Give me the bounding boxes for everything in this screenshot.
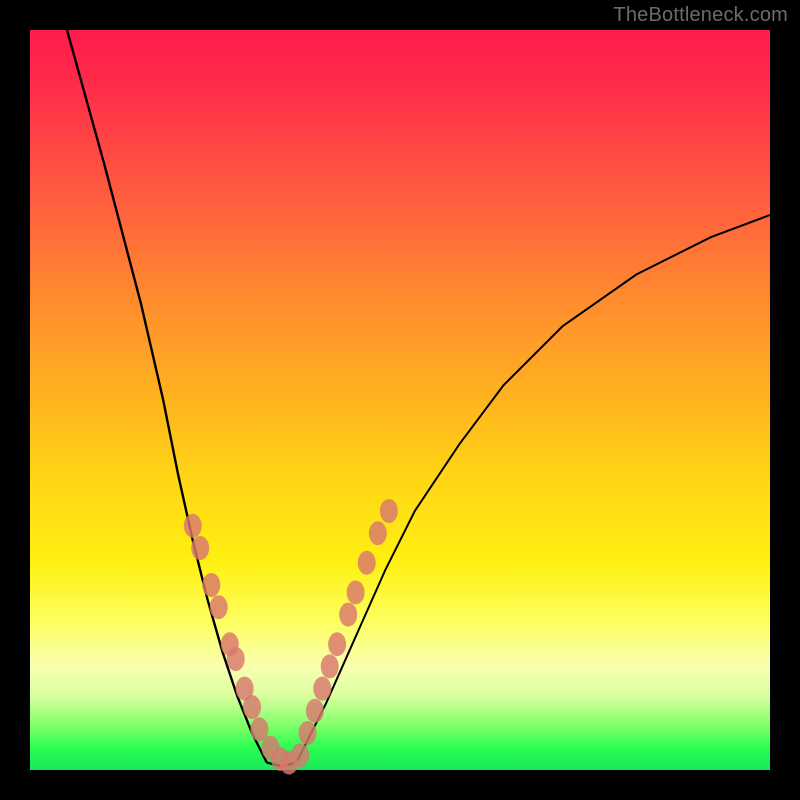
data-dot: [369, 521, 387, 545]
data-dot: [243, 695, 261, 719]
data-dot: [210, 595, 228, 619]
data-dot: [328, 632, 346, 656]
data-dot: [227, 647, 245, 671]
curve-main: [67, 30, 770, 766]
data-dot: [339, 603, 357, 627]
data-dot: [184, 514, 202, 538]
data-dot: [380, 499, 398, 523]
data-dot: [321, 654, 339, 678]
curve-right: [296, 215, 770, 763]
data-dot: [306, 699, 324, 723]
dots-right: [291, 499, 398, 767]
watermark-text: TheBottleneck.com: [613, 4, 788, 27]
chart-svg: [30, 30, 770, 770]
data-dot: [202, 573, 220, 597]
data-dot: [313, 677, 331, 701]
data-dot: [347, 580, 365, 604]
data-dot: [291, 743, 309, 767]
dots-left: [184, 514, 298, 775]
chart-plot-area: [30, 30, 770, 770]
data-dot: [299, 721, 317, 745]
outer-frame: TheBottleneck.com: [0, 0, 800, 800]
data-dot: [358, 551, 376, 575]
data-dot: [191, 536, 209, 560]
